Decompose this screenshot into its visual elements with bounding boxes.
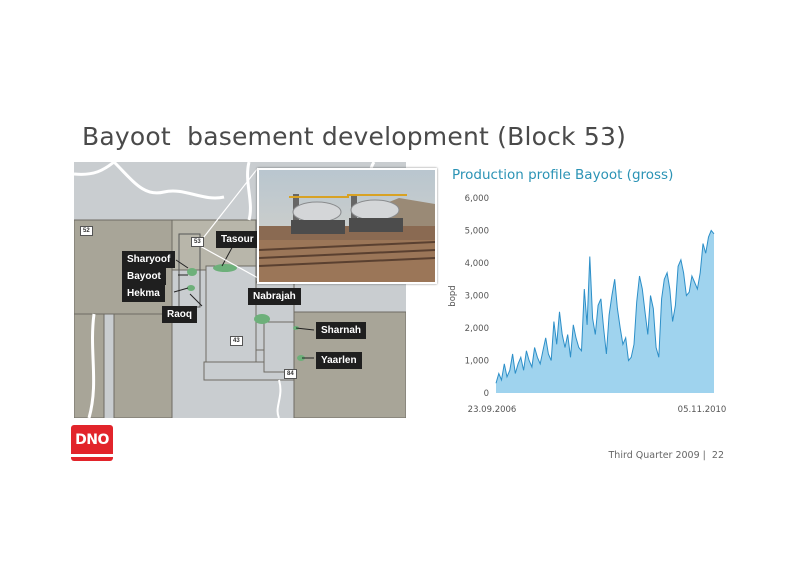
field-label-sharyoof: Sharyoof (122, 251, 176, 268)
field-label-bayoot: Bayoot (122, 268, 166, 285)
field-label-nabrajah: Nabrajah (248, 288, 301, 305)
x-tick-label: 23.09.2006 (468, 405, 517, 415)
y-tick-label: 2,000 (465, 324, 489, 334)
production-chart: 0 1,000 2,000 3,000 4,000 5,000 6,000 bopd 23.09… (440, 186, 740, 418)
logo-text: DNO (75, 432, 109, 448)
y-tick-label: 3,000 (465, 292, 489, 302)
y-tick-label: 4,000 (465, 259, 489, 269)
y-axis-label: bopd (448, 285, 458, 306)
production-chart-svg: 0 1,000 2,000 3,000 4,000 5,000 6,000 bopd 23.09… (448, 194, 727, 415)
y-tick-label: 1,000 (465, 357, 489, 367)
dno-logo: DNO (71, 425, 113, 461)
block-number: 53 (191, 237, 204, 247)
x-tick-label: 05.11.2010 (678, 405, 727, 415)
block-number: 84 (284, 369, 297, 379)
field-label-yaarlen: Yaarlen (316, 352, 362, 369)
y-tick-label: 5,000 (465, 227, 489, 237)
chart-title: Production profile Bayoot (gross) (452, 167, 674, 183)
production-facility-photo (257, 168, 437, 284)
slide-title: Bayoot basement development (Block 53) (82, 122, 627, 151)
production-area (496, 230, 714, 393)
y-tick-label: 6,000 (465, 194, 489, 204)
field-label-hekma: Hekma (122, 285, 165, 302)
block-number: 52 (80, 226, 93, 236)
field-label-sharnah: Sharnah (316, 322, 367, 339)
field-label-tasour: Tasour (216, 231, 259, 248)
block-number: 43 (230, 336, 243, 346)
logo-bar (71, 454, 113, 457)
footer-page-info: Third Quarter 2009 | 22 (608, 450, 725, 461)
y-tick-label: 0 (484, 389, 489, 399)
field-label-raoq: Raoq (162, 306, 197, 323)
